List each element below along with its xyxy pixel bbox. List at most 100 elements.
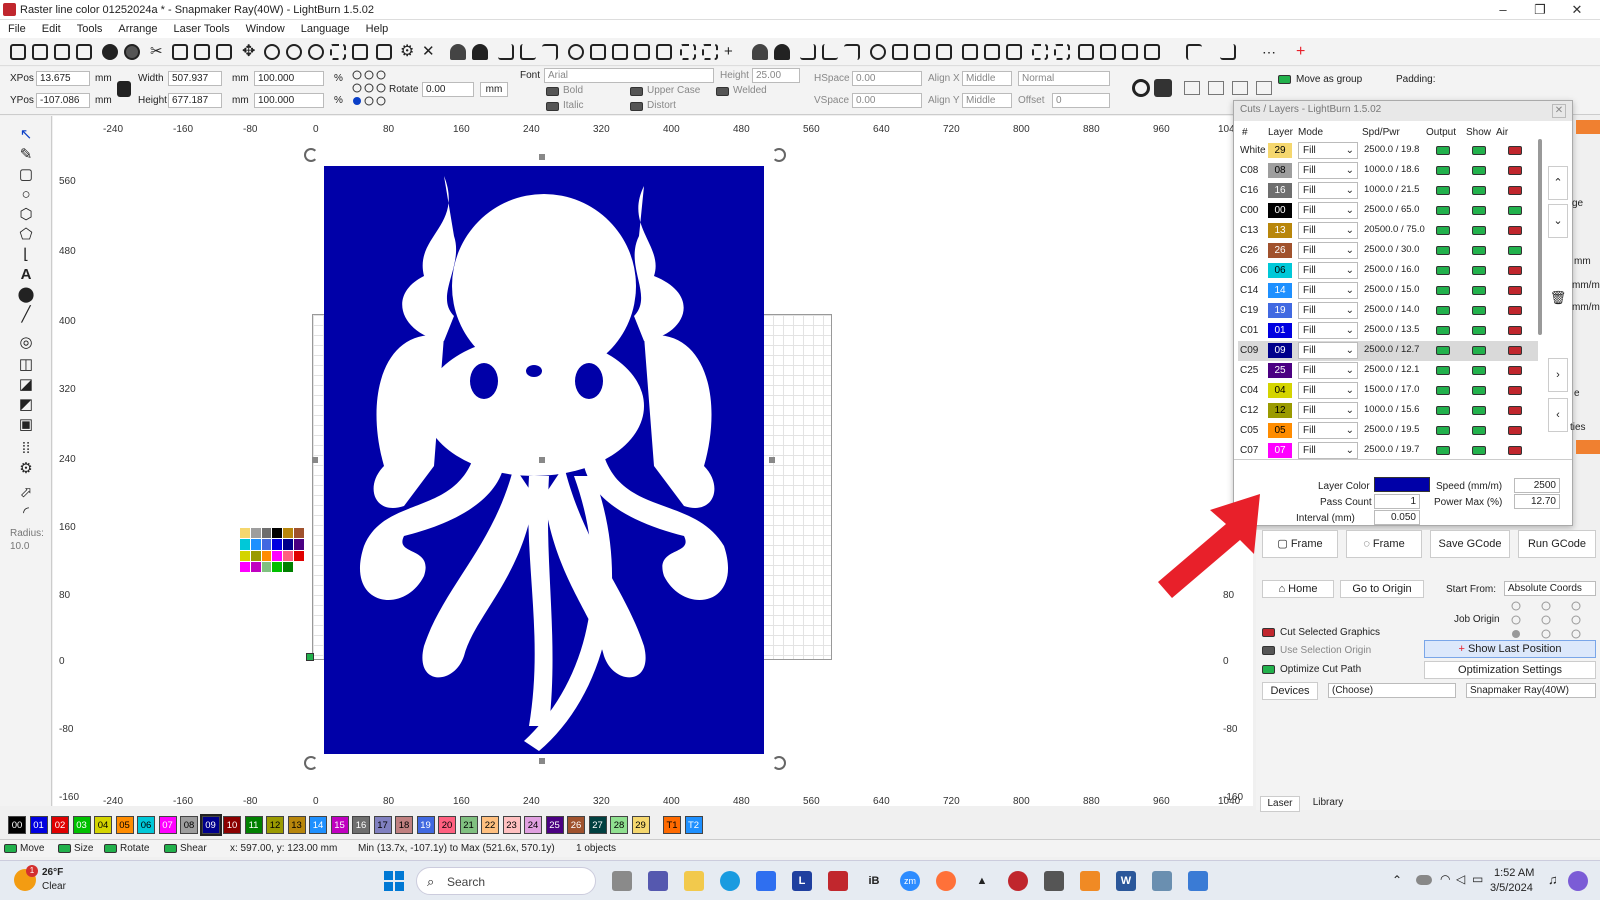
rotate-handle-bl[interactable] (304, 756, 318, 770)
menu-language[interactable]: Language (301, 20, 350, 38)
palette-swatch[interactable]: 29 (631, 816, 650, 834)
job-origin-grid[interactable] (1510, 600, 1594, 640)
layer-row[interactable]: C01 01 Fill ⌄ 2500.0 / 13.5 (1238, 321, 1538, 341)
layer-mode-select[interactable]: Fill ⌄ (1298, 282, 1358, 299)
air-toggle[interactable] (1508, 406, 1522, 415)
preview-eye-icon[interactable] (1132, 79, 1150, 97)
layer-mode-select[interactable]: Fill ⌄ (1298, 362, 1358, 379)
speed-input[interactable]: 2500 (1514, 478, 1560, 493)
export-icon[interactable] (124, 44, 140, 60)
layer-row[interactable]: C09 09 Fill ⌄ 2500.0 / 12.7 (1238, 341, 1538, 361)
menu-laser-tools[interactable]: Laser Tools (174, 20, 230, 38)
layer-mode-select[interactable]: Fill ⌄ (1298, 342, 1358, 359)
device-select[interactable]: Snapmaker Ray(40W) (1466, 683, 1596, 698)
palette-swatch[interactable]: 15 (330, 816, 349, 834)
align-center-2-icon[interactable] (914, 44, 930, 60)
width-input[interactable]: 507.937 (168, 71, 222, 86)
vspace-input[interactable]: 0.00 (852, 93, 922, 108)
show-toggle[interactable] (1472, 406, 1486, 415)
output-toggle[interactable] (1436, 366, 1450, 375)
palette-swatch[interactable]: 00 (8, 816, 26, 834)
layer-row[interactable]: C19 19 Fill ⌄ 2500.0 / 14.0 (1238, 301, 1538, 321)
monitor-icon[interactable] (376, 44, 392, 60)
word-icon[interactable]: W (1116, 871, 1136, 891)
select-tool-icon[interactable]: ↖ (17, 126, 35, 144)
align-extra-3-icon[interactable] (1232, 81, 1248, 95)
move-as-group-toggle[interactable] (1278, 75, 1291, 84)
align-extra-4-icon[interactable] (1256, 81, 1272, 95)
layer-color-chip[interactable]: 07 (1268, 443, 1292, 458)
layer-color-chip[interactable]: 25 (1268, 363, 1292, 378)
layer-mode-select[interactable]: Fill ⌄ (1298, 262, 1358, 279)
layer-color-chip[interactable]: 05 (1268, 423, 1292, 438)
save-as-icon[interactable] (76, 44, 92, 60)
tab-library[interactable]: Library (1306, 796, 1350, 812)
go-to-origin-button[interactable]: Go to Origin (1340, 580, 1424, 598)
settings-icon[interactable]: ⚙ (400, 44, 416, 60)
flip-horizontal-icon[interactable] (498, 44, 514, 60)
air-toggle[interactable] (1508, 246, 1522, 255)
palette-swatch[interactable]: 10 (223, 816, 241, 834)
inkscape-icon[interactable]: ▲ (972, 871, 992, 891)
layer-color-chip[interactable]: 26 (1268, 243, 1292, 258)
home-button[interactable]: ⌂ Home (1262, 580, 1334, 598)
align-extra-2-icon[interactable] (1208, 81, 1224, 95)
layer-color-chip[interactable]: 12 (1268, 403, 1292, 418)
ungroup-2-icon[interactable] (774, 44, 790, 60)
output-toggle[interactable] (1436, 346, 1450, 355)
welded-toggle[interactable] (716, 87, 729, 96)
camera-icon[interactable] (352, 44, 368, 60)
mirror-icon[interactable] (520, 44, 536, 60)
font-select[interactable]: Arial (544, 68, 714, 83)
show-toggle[interactable] (1472, 446, 1486, 455)
air-toggle[interactable] (1508, 206, 1522, 215)
menu-help[interactable]: Help (366, 20, 389, 38)
layer-row[interactable]: White 29 Fill ⌄ 2500.0 / 19.8 (1238, 141, 1538, 161)
tab-laser[interactable]: Laser (1260, 796, 1300, 812)
layer-color-chip[interactable]: 06 (1268, 263, 1292, 278)
size-toggle[interactable] (58, 844, 71, 853)
expand-left-button[interactable]: ‹ (1548, 398, 1568, 432)
rotate-handle-br[interactable] (772, 756, 786, 770)
layer-color-chip[interactable]: 01 (1268, 323, 1292, 338)
palette-swatch[interactable]: 24 (524, 816, 542, 834)
open-file-icon[interactable] (32, 44, 48, 60)
grid-array-icon[interactable]: ⁞⁞ (17, 440, 35, 458)
layer-mode-select[interactable]: Fill ⌄ (1298, 242, 1358, 259)
width-percent-input[interactable]: 100.000 (254, 71, 324, 86)
center-align-icon[interactable] (568, 44, 584, 60)
layer-mode-select[interactable]: Fill ⌄ (1298, 422, 1358, 439)
layer-row[interactable]: C26 26 Fill ⌄ 2500.0 / 30.0 (1238, 241, 1538, 261)
align-extra-1-icon[interactable] (1184, 81, 1200, 95)
boolean-difference-icon[interactable]: ◪ (17, 376, 35, 394)
bracket-tool-icon[interactable]: ⌊ (17, 246, 35, 264)
air-toggle[interactable] (1508, 346, 1522, 355)
show-toggle[interactable] (1472, 286, 1486, 295)
text-mode-select[interactable]: Normal (1018, 71, 1110, 86)
l-app-icon[interactable]: L (792, 871, 812, 891)
rotate-2-icon[interactable] (844, 44, 860, 60)
scale-handle-bottom[interactable] (539, 758, 545, 764)
air-toggle[interactable] (1508, 146, 1522, 155)
air-toggle[interactable] (1508, 426, 1522, 435)
palette-swatch[interactable]: 17 (373, 816, 392, 834)
align-y-select[interactable]: Middle (962, 93, 1012, 108)
frame-rect-button[interactable]: ▢ Frame (1262, 530, 1338, 558)
zoom-app-icon[interactable]: zm (900, 871, 920, 891)
group-2-icon[interactable] (752, 44, 768, 60)
zoom-in-icon[interactable] (286, 44, 302, 60)
output-toggle[interactable] (1436, 246, 1450, 255)
layer-color-chip[interactable]: 14 (1268, 283, 1292, 298)
power-max-input[interactable]: 12.70 (1514, 494, 1560, 509)
ib-app-icon[interactable]: iB (864, 871, 884, 891)
layer-mode-select[interactable]: Fill ⌄ (1298, 162, 1358, 179)
expand-right-button[interactable]: › (1548, 358, 1568, 392)
rotate-handle-tr[interactable] (772, 148, 786, 162)
maximize-button[interactable]: ❐ (1525, 2, 1555, 18)
layer-row[interactable]: C05 05 Fill ⌄ 2500.0 / 19.5 (1238, 421, 1538, 441)
scale-handle-right[interactable] (769, 457, 775, 463)
layer-mode-select[interactable]: Fill ⌄ (1298, 202, 1358, 219)
cut-selected-toggle[interactable] (1262, 628, 1275, 637)
snip-icon[interactable] (1188, 871, 1208, 891)
align-top-icon[interactable] (634, 44, 650, 60)
